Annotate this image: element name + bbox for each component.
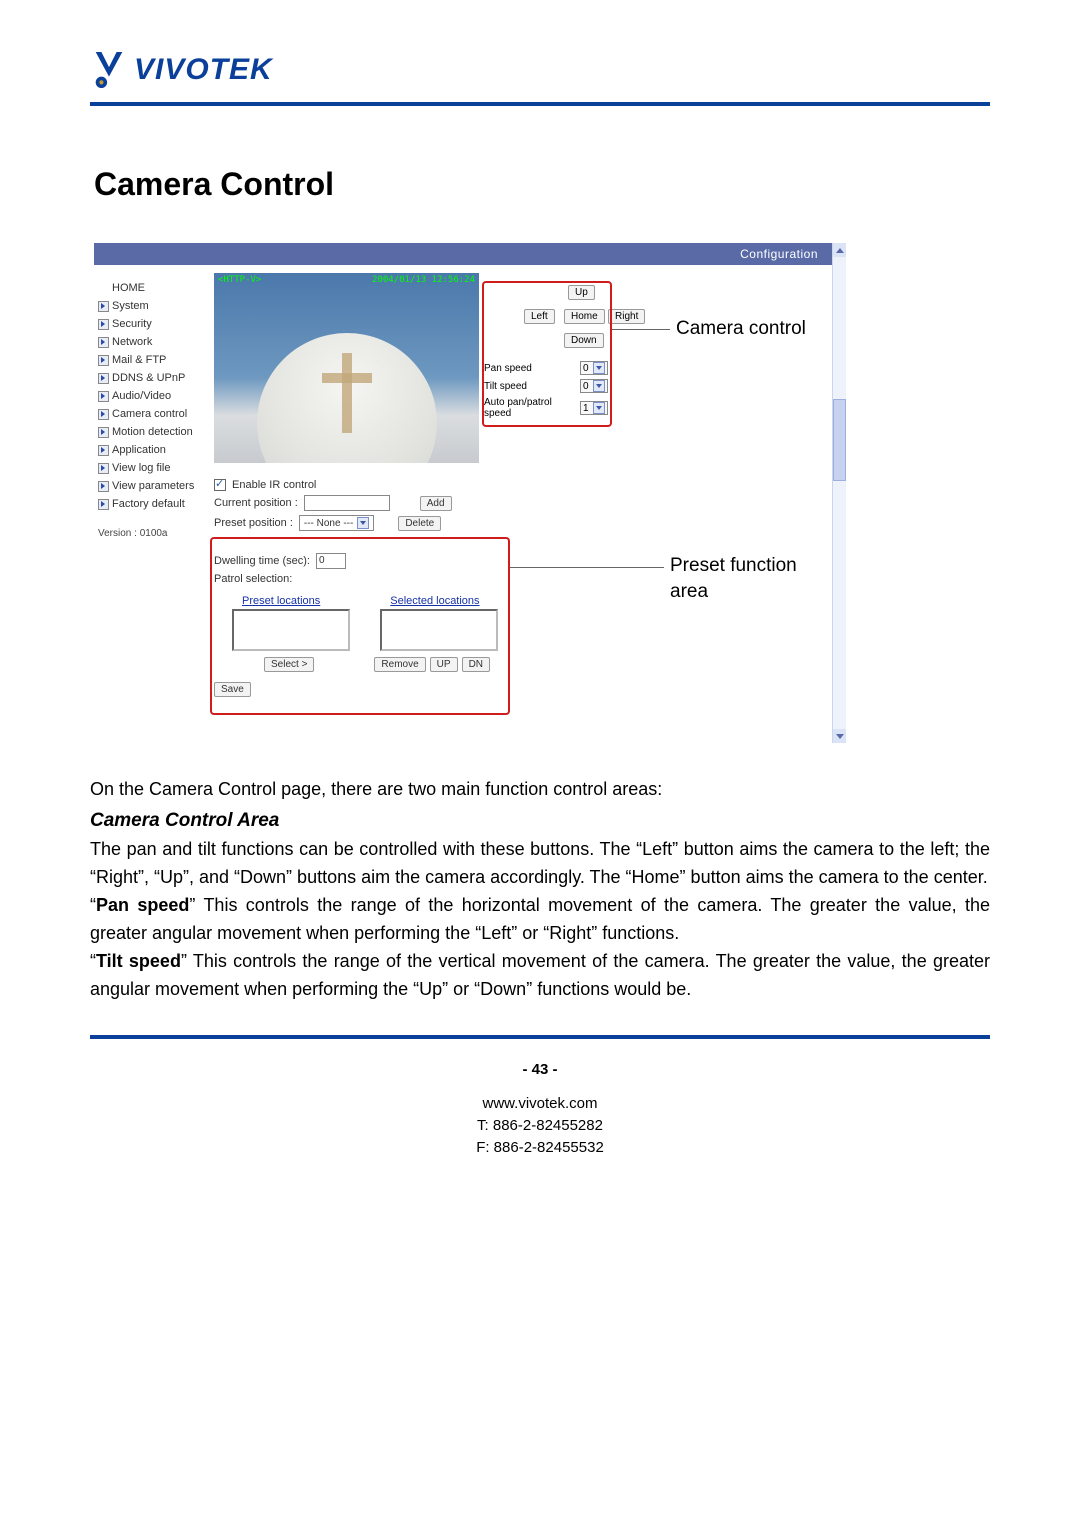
paragraph-2: “Pan speed” This controls the range of t…	[90, 891, 990, 947]
callout-preset-area	[210, 537, 510, 715]
subheading-camera-control-area: Camera Control Area	[90, 807, 990, 835]
overlay-timestamp: 2004/01/13 12:56:24	[372, 275, 475, 285]
config-screenshot: Configuration HOME System Security Netwo…	[94, 243, 846, 743]
nav-factory-default[interactable]: Factory default	[98, 495, 208, 513]
nav-ddns-upnp[interactable]: DDNS & UPnP	[98, 369, 208, 387]
preset-position-value: --- None ---	[304, 518, 353, 529]
callout-leader-line	[510, 567, 664, 568]
footer-url: www.vivotek.com	[90, 1093, 990, 1115]
paragraph-1: The pan and tilt functions can be contro…	[90, 835, 990, 891]
sidebar-nav: HOME System Security Network Mail & FTP …	[98, 279, 208, 543]
current-position-input[interactable]	[304, 495, 390, 511]
nav-network[interactable]: Network	[98, 333, 208, 351]
paragraph-3: “Tilt speed” This controls the range of …	[90, 947, 990, 1003]
nav-application[interactable]: Application	[98, 441, 208, 459]
footer-fax: F: 886-2-82455532	[90, 1137, 990, 1159]
callout-leader-line	[612, 329, 670, 330]
vivotek-logo-icon	[90, 50, 128, 90]
current-position-label: Current position :	[214, 497, 298, 509]
scroll-track[interactable]	[833, 257, 846, 729]
callout-preset-label: Preset function area	[670, 553, 834, 605]
preset-position-select[interactable]: --- None ---	[299, 515, 374, 531]
scroll-up-icon[interactable]	[833, 243, 846, 257]
chevron-down-icon	[357, 517, 369, 529]
brand-header: VIVOTEK	[90, 50, 990, 90]
footer-tel: T: 886-2-82455282	[90, 1115, 990, 1137]
nav-audio-video[interactable]: Audio/Video	[98, 387, 208, 405]
page-number: - 43 -	[90, 1059, 990, 1081]
scroll-thumb[interactable]	[833, 399, 846, 481]
enable-ir-label: Enable IR control	[232, 479, 316, 491]
header-rule	[90, 102, 990, 106]
add-button[interactable]: Add	[420, 496, 452, 511]
version-text: Version : 0100a	[98, 525, 208, 543]
configuration-link[interactable]: Configuration	[740, 247, 818, 261]
shot-header: Configuration	[94, 243, 846, 265]
right-button[interactable]: Right	[608, 309, 645, 324]
preset-position-label: Preset position :	[214, 517, 293, 529]
dome-shape-icon	[257, 333, 437, 463]
callout-camera-control-label: Camera control	[676, 317, 806, 341]
nav-view-parameters[interactable]: View parameters	[98, 477, 208, 495]
nav-camera-control[interactable]: Camera control	[98, 405, 208, 423]
nav-mail-ftp[interactable]: Mail & FTP	[98, 351, 208, 369]
intro-text: On the Camera Control page, there are tw…	[90, 775, 990, 803]
nav-view-log[interactable]: View log file	[98, 459, 208, 477]
enable-ir-checkbox[interactable]	[214, 479, 226, 491]
scroll-down-icon[interactable]	[833, 729, 846, 743]
overlay-protocol: <HTTP-V>	[218, 275, 261, 285]
callout-camera-control	[482, 281, 612, 427]
delete-button[interactable]: Delete	[398, 516, 441, 531]
nav-home[interactable]: HOME	[98, 279, 208, 297]
camera-preview: <HTTP-V> 2004/01/13 12:56:24	[214, 273, 479, 463]
document-body: On the Camera Control page, there are tw…	[90, 775, 990, 1003]
nav-system[interactable]: System	[98, 297, 208, 315]
nav-security[interactable]: Security	[98, 315, 208, 333]
page-footer: - 43 - www.vivotek.com T: 886-2-82455282…	[90, 1035, 990, 1159]
page-title: Camera Control	[94, 166, 990, 203]
vertical-scrollbar[interactable]	[832, 243, 846, 743]
brand-name: VIVOTEK	[134, 53, 273, 87]
nav-motion-detection[interactable]: Motion detection	[98, 423, 208, 441]
